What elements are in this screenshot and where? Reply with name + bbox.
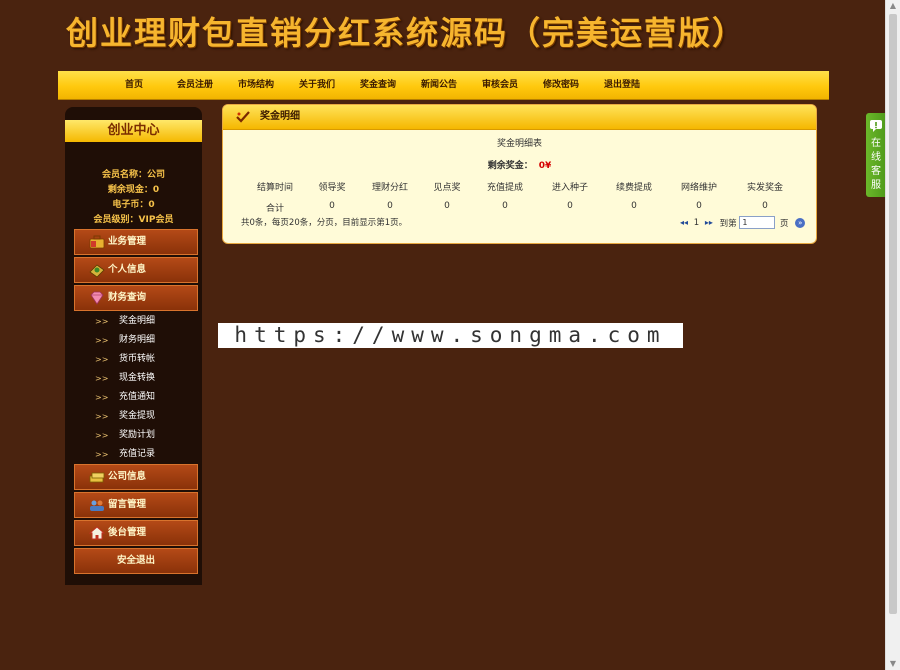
table-caption: 奖金明细表 — [496, 139, 542, 149]
sub-bonus-detail[interactable]: >> 奖金明细 — [95, 312, 195, 331]
chevron-double-icon: >> — [95, 412, 109, 421]
pagination-summary: 共0条，每页20条，分页，目前显示第1页。 — [241, 218, 408, 228]
user-card-icon — [89, 264, 105, 278]
logout-button-label: 安全退出 — [116, 555, 155, 566]
page-unit: 页 — [780, 218, 789, 229]
sub-bonus-withdraw[interactable]: >> 奖金提现 — [95, 407, 195, 426]
watermark: https://www.songma.com — [218, 323, 683, 348]
sub-reward-plan[interactable]: >> 奖励计划 — [95, 426, 195, 445]
member-cash: 剩余现金：0 — [107, 185, 160, 195]
table-cell: 0 — [631, 201, 637, 211]
home-icon — [89, 526, 105, 540]
menu-backend-label: 後台管理 — [108, 527, 147, 538]
sidebar: 创业中心 会员名称：公司 剩余现金：0 电子币：0 会员级别：VIP会员 业务管… — [65, 107, 202, 585]
briefcase-icon — [89, 235, 105, 249]
chat-icon — [870, 120, 882, 132]
online-service-tab[interactable]: 在线客服 — [866, 113, 886, 197]
col-network-maintenance: 网络维护 — [680, 183, 717, 193]
menu-finance-label: 财务查询 — [108, 292, 147, 303]
menu-business-label: 业务管理 — [108, 236, 147, 247]
table-cell: 0 — [502, 201, 508, 211]
site-title: 创业理财包直销分红系统源码（完美运营版） — [66, 14, 747, 52]
first-page-icon[interactable]: ◂◂ — [680, 218, 688, 227]
bonus-detail-panel: 奖金明细 奖金明细表 剩余奖金： 0¥ 结算时间 领导奖 理财分红 见点奖 充值提… — [222, 104, 817, 244]
top-nav: 首页 会员注册 市场结构 关于我们 奖金查询 新闻公告 审核会员 修改密码 退出… — [58, 71, 829, 100]
next-page-icon[interactable]: ▸▸ — [705, 218, 713, 227]
chevron-double-icon: >> — [95, 450, 109, 459]
checkmark-icon — [236, 111, 250, 123]
nav-bonus-query[interactable]: 奖金查询 — [360, 71, 396, 99]
menu-backend[interactable]: 後台管理 — [74, 520, 198, 546]
table-cell: 0 — [762, 201, 768, 211]
chevron-double-icon: >> — [95, 355, 109, 364]
scroll-down-icon[interactable]: ▼ — [886, 658, 900, 670]
sub-recharge-record[interactable]: >> 充值记录 — [95, 445, 195, 464]
cash-stack-icon — [89, 472, 105, 483]
member-name: 会员名称：公司 — [101, 170, 165, 180]
sub-finance-detail[interactable]: >> 财务明细 — [95, 331, 195, 350]
logout-button[interactable]: 安全退出 — [74, 548, 198, 574]
users-icon — [90, 500, 104, 511]
vertical-scrollbar[interactable]: ▲ ▼ — [885, 0, 900, 670]
nav-about[interactable]: 关于我们 — [299, 71, 335, 99]
menu-finance[interactable]: 财务查询 — [74, 285, 198, 311]
sidebar-header: 创业中心 — [65, 120, 202, 142]
table-cell: 0 — [696, 201, 702, 211]
sub-currency-transfer[interactable]: >> 货币转帐 — [95, 350, 195, 369]
nav-review-members[interactable]: 审核会员 — [482, 71, 518, 99]
menu-messages-label: 留言管理 — [108, 499, 147, 510]
panel-header: 奖金明细 — [223, 105, 816, 130]
member-level: 会员级别：VIP会员 — [93, 215, 174, 225]
nav-logout[interactable]: 退出登陆 — [604, 71, 640, 99]
menu-company[interactable]: 公司信息 — [74, 464, 198, 490]
sub-cash-convert[interactable]: >> 现金转换 — [95, 369, 195, 388]
member-info: 会员名称：公司 剩余现金：0 电子币：0 会员级别：VIP会员 — [65, 168, 202, 228]
current-page: 1 — [693, 217, 700, 228]
nav-register[interactable]: 会员注册 — [177, 71, 213, 99]
chevron-double-icon: >> — [95, 393, 109, 402]
panel-title: 奖金明细 — [260, 111, 300, 122]
menu-company-label: 公司信息 — [108, 471, 147, 482]
menu-personal[interactable]: 个人信息 — [74, 257, 198, 283]
bonus-balance-label: 剩余奖金： — [487, 161, 533, 171]
nav-market-structure[interactable]: 市场结构 — [238, 71, 274, 99]
chevron-double-icon: >> — [95, 431, 109, 440]
chevron-double-icon: >> — [95, 317, 109, 326]
menu-messages[interactable]: 留言管理 — [74, 492, 198, 518]
nav-home[interactable]: 首页 — [125, 71, 143, 99]
bonus-balance-value: 0¥ — [538, 161, 552, 171]
col-renewal-commission: 续费提成 — [615, 183, 652, 193]
col-seed-entry: 进入种子 — [551, 183, 588, 193]
gem-icon — [90, 291, 104, 305]
scroll-up-icon[interactable]: ▲ — [886, 0, 900, 12]
go-icon[interactable]: » — [795, 217, 806, 228]
chevron-double-icon: >> — [95, 374, 109, 383]
member-ecoin: 电子币：0 — [112, 200, 155, 210]
menu-personal-label: 个人信息 — [108, 264, 147, 275]
online-service-label: 在线客服 — [871, 138, 881, 191]
pagination: ◂◂ 1 ▸▸ 到第 1 页 » — [680, 216, 806, 230]
page-number-input[interactable]: 1 — [739, 216, 776, 229]
nav-news[interactable]: 新闻公告 — [421, 71, 457, 99]
sub-recharge-notice[interactable]: >> 充值通知 — [95, 388, 195, 407]
goto-label: 到第 — [719, 218, 737, 229]
bonus-balance: 剩余奖金： 0¥ — [223, 158, 816, 171]
col-recharge-commission: 充值提成 — [486, 183, 523, 193]
chevron-double-icon: >> — [95, 336, 109, 345]
scroll-thumb[interactable] — [889, 14, 897, 614]
table-cell: 0 — [567, 201, 573, 211]
nav-change-password[interactable]: 修改密码 — [543, 71, 579, 99]
menu-business[interactable]: 业务管理 — [74, 229, 198, 255]
col-actual-bonus: 实发奖金 — [746, 183, 783, 193]
